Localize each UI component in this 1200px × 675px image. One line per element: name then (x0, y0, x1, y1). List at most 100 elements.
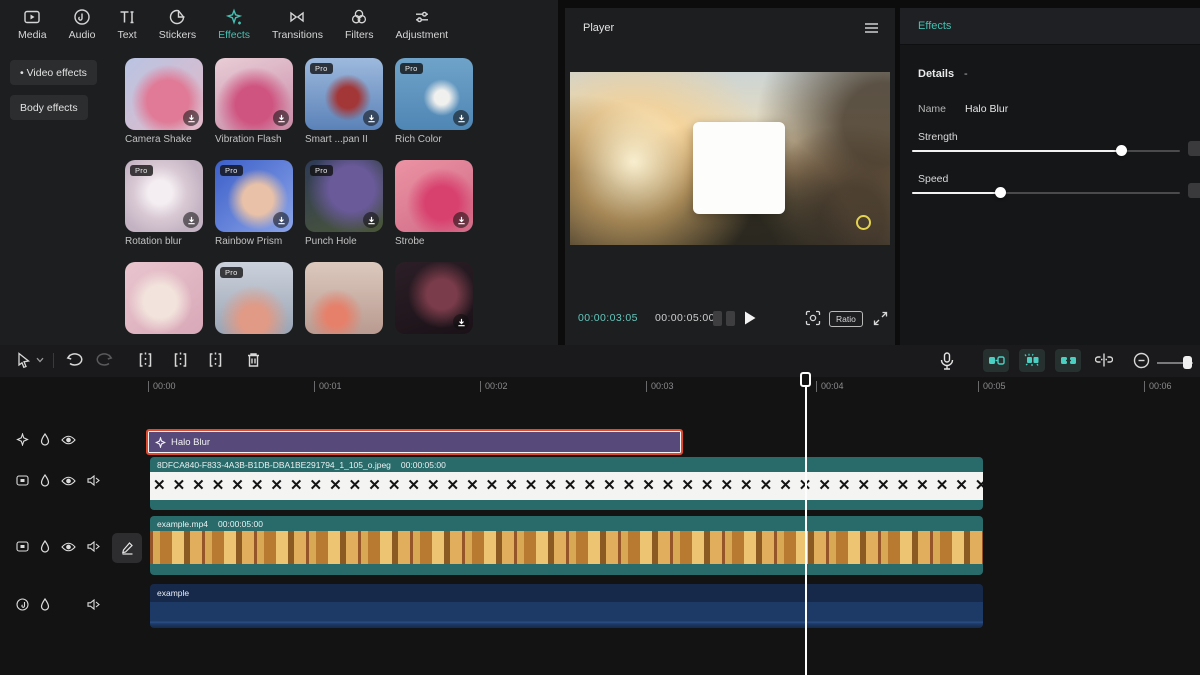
tab-text[interactable]: Text (113, 6, 140, 50)
prev-frame-button[interactable] (713, 311, 722, 326)
record-voiceover-icon[interactable] (940, 352, 954, 370)
strength-slider[interactable] (912, 145, 1180, 157)
tab-audio[interactable]: Audio (65, 6, 100, 50)
effect-card[interactable]: Pro Rich Color (395, 58, 475, 145)
video-clip[interactable]: example.mp4 00:00:05:00 (150, 516, 983, 575)
download-icon[interactable] (273, 110, 289, 126)
lock-icon[interactable] (40, 540, 50, 553)
tab-stickers[interactable]: Stickers (155, 6, 200, 50)
timeline-ruler[interactable]: 00:00 00:01 00:02 00:03 00:04 00:05 00:0… (0, 377, 1200, 398)
effect-thumbnail[interactable] (305, 262, 383, 334)
effect-card[interactable]: Pro Punch Hole (305, 160, 385, 247)
effect-card[interactable]: Pro Smart ...pan II (305, 58, 385, 145)
player-menu-icon[interactable] (864, 22, 879, 34)
effect-thumbnail[interactable] (215, 58, 293, 130)
effect-thumbnail[interactable]: Pro (395, 58, 473, 130)
audio-waveform[interactable] (150, 602, 983, 628)
redo-button[interactable] (96, 352, 113, 368)
undo-button[interactable] (66, 352, 83, 368)
collapse-toggle[interactable]: - (964, 68, 968, 80)
download-icon[interactable] (363, 212, 379, 228)
tab-adjustment[interactable]: Adjustment (392, 6, 453, 50)
tab-filters[interactable]: Filters (341, 6, 378, 50)
lock-icon[interactable] (40, 598, 50, 611)
tab-label: Media (18, 29, 47, 41)
hide-track-icon[interactable] (61, 542, 76, 552)
clip-duration: 00:00:05:00 (218, 519, 263, 529)
audio-clip[interactable]: example (150, 584, 983, 628)
split-button[interactable] (138, 352, 153, 368)
download-icon[interactable] (453, 110, 469, 126)
lock-icon[interactable] (40, 474, 50, 487)
mute-track-icon[interactable] (87, 541, 100, 552)
image-clip[interactable]: 8DFCA840-F833-4A3B-B1DB-DBA1BE291794_1_1… (150, 457, 983, 510)
effect-card[interactable]: Pro (215, 262, 295, 334)
effect-card[interactable]: Strobe (395, 160, 475, 247)
clip-thumbnail-strip[interactable]: ✕✕✕✕✕✕✕✕✕✕✕✕✕✕✕✕✕✕✕✕✕✕✕✕✕✕✕✕✕✕✕✕✕✕✕✕✕✕✕✕… (150, 472, 983, 500)
play-button[interactable] (743, 310, 757, 326)
effect-card[interactable] (395, 262, 475, 334)
effect-card[interactable]: Vibration Flash (215, 58, 295, 145)
zoom-out-icon[interactable] (1133, 352, 1150, 369)
delete-right-button[interactable] (208, 352, 223, 368)
download-icon[interactable] (453, 314, 469, 330)
effect-card[interactable] (125, 262, 205, 334)
effect-card[interactable]: Camera Shake (125, 58, 205, 145)
effect-thumbnail[interactable]: Pro (125, 160, 203, 232)
tab-transitions[interactable]: Transitions (268, 6, 327, 50)
select-tool-button[interactable] (16, 352, 32, 369)
category-body-effects[interactable]: Body effects (10, 95, 88, 120)
effect-thumbnail[interactable]: Pro (305, 58, 383, 130)
lock-icon[interactable] (40, 433, 50, 446)
download-icon[interactable] (273, 212, 289, 228)
mute-track-icon[interactable] (87, 599, 100, 610)
playhead-line[interactable] (805, 377, 807, 675)
effect-thumbnail[interactable] (395, 262, 473, 334)
fullscreen-icon[interactable] (873, 311, 888, 326)
timeline-zoom-handle[interactable] (1183, 356, 1192, 369)
effect-card[interactable] (305, 262, 385, 334)
playhead-handle[interactable] (800, 372, 811, 387)
focus-button[interactable] (805, 310, 821, 326)
category-video-effects[interactable]: • Video effects (10, 60, 97, 85)
effect-card[interactable]: Pro Rotation blur (125, 160, 205, 247)
tab-effects-details[interactable]: Effects (918, 20, 951, 32)
effect-clip-halo-blur[interactable]: Halo Blur (146, 429, 683, 455)
player-panel: Player 00:00:03:05 00:00:05:00 Ratio (565, 8, 895, 345)
slider-handle[interactable] (995, 187, 1006, 198)
effect-card[interactable]: Pro Rainbow Prism (215, 160, 295, 247)
next-frame-button[interactable] (726, 311, 735, 326)
preview-axis-button[interactable] (1095, 353, 1113, 367)
hide-track-icon[interactable] (61, 435, 76, 445)
strength-value-box[interactable] (1188, 141, 1200, 156)
delete-button[interactable] (246, 352, 261, 368)
link-clips-button[interactable] (1055, 349, 1081, 372)
download-icon[interactable] (183, 110, 199, 126)
effect-thumbnail[interactable]: Pro (305, 160, 383, 232)
hide-track-icon[interactable] (61, 476, 76, 486)
effect-thumbnail[interactable] (395, 160, 473, 232)
download-icon[interactable] (183, 212, 199, 228)
effect-thumbnail[interactable] (125, 262, 203, 334)
edit-track-button[interactable] (112, 533, 142, 563)
filters-icon (350, 8, 368, 26)
effect-thumbnail[interactable] (125, 58, 203, 130)
tab-media[interactable]: Media (14, 6, 51, 50)
mute-track-icon[interactable] (87, 475, 100, 486)
download-icon[interactable] (453, 212, 469, 228)
slider-handle[interactable] (1116, 145, 1127, 156)
preview-overlay-card[interactable] (693, 122, 785, 214)
effect-thumbnail[interactable]: Pro (215, 160, 293, 232)
download-icon[interactable] (363, 110, 379, 126)
effect-thumbnail[interactable]: Pro (215, 262, 293, 334)
speed-value-box[interactable] (1188, 183, 1200, 198)
video-preview[interactable] (570, 72, 890, 245)
magnetic-snap-button[interactable] (1019, 349, 1045, 372)
tab-effects[interactable]: Effects (214, 6, 254, 50)
delete-left-button[interactable] (173, 352, 188, 368)
tool-dropdown-chevron-icon[interactable] (36, 357, 44, 363)
speed-slider[interactable] (912, 187, 1180, 199)
clip-thumbnail-strip[interactable] (150, 531, 983, 564)
mirror-clip-button[interactable] (983, 349, 1009, 372)
ratio-button[interactable]: Ratio (829, 311, 863, 327)
